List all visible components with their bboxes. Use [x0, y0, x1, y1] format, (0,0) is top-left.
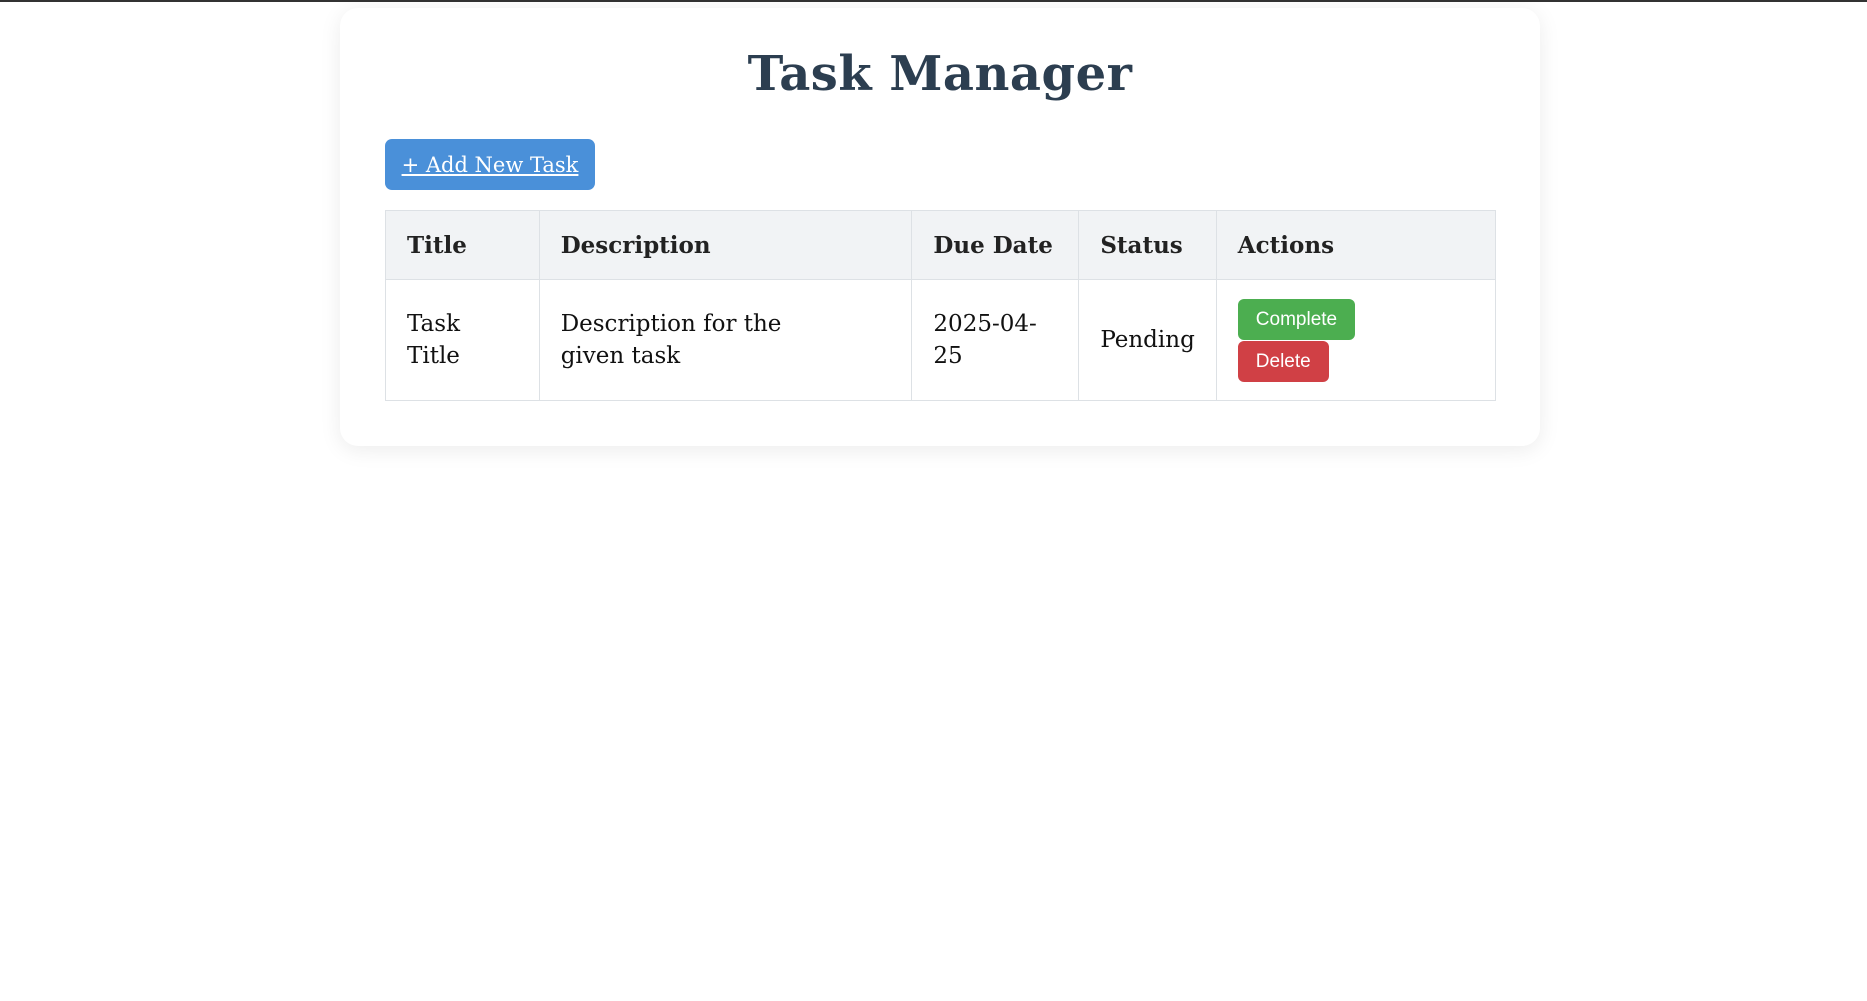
- page-title: Task Manager: [747, 46, 1133, 102]
- column-header-actions: Actions: [1215, 210, 1497, 280]
- task-due-date: 2025-04-25: [933, 311, 1037, 369]
- task-title-cell: Task Title: [385, 279, 540, 401]
- task-title: Task Title: [407, 311, 461, 369]
- task-description-cell: Description for the given task: [538, 279, 913, 401]
- complete-button[interactable]: Complete: [1237, 298, 1356, 340]
- task-table: Title Description Due Date Status Action…: [385, 210, 1497, 401]
- task-description: Description for the given task: [560, 311, 782, 369]
- column-header-description: Description: [538, 210, 913, 280]
- task-status-cell: Pending: [1078, 279, 1217, 401]
- column-header-title: Title: [385, 210, 540, 280]
- column-header-status: Status: [1078, 210, 1217, 280]
- top-border-line: [0, 0, 1867, 2]
- delete-button[interactable]: Delete: [1237, 340, 1329, 382]
- task-due-date-cell: 2025-04-25: [911, 279, 1080, 401]
- table-row: Task Title Description for the given tas…: [385, 279, 1497, 401]
- table-header-row: Title Description Due Date Status Action…: [385, 210, 1497, 280]
- task-actions: Complete Delete: [1237, 298, 1474, 382]
- task-status: Pending: [1100, 327, 1195, 353]
- add-new-task-button[interactable]: + Add New Task: [385, 139, 595, 190]
- column-header-due-date: Due Date: [911, 210, 1080, 280]
- task-actions-cell: Complete Delete: [1215, 279, 1497, 401]
- task-manager-card: Task Manager + Add New Task Title Descri…: [340, 8, 1540, 446]
